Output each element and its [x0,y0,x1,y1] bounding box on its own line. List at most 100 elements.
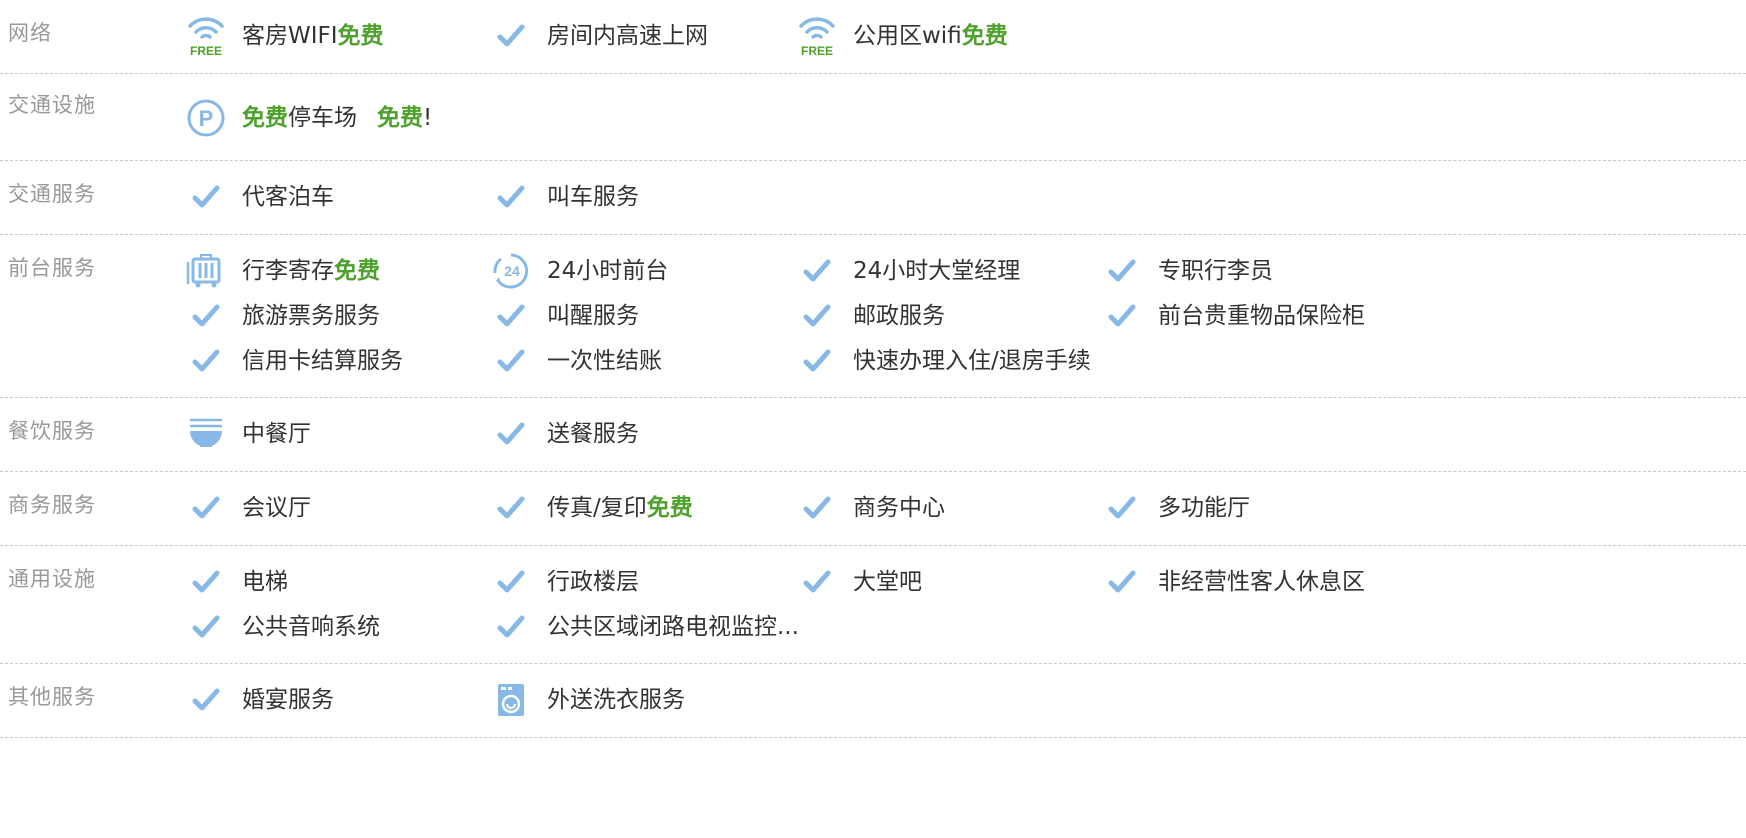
category-label: 网络 [8,21,52,45]
wifi-free-icon: FREE [795,16,839,57]
facility-label: 专职行李员 [1158,251,1273,291]
category-label: 餐饮服务 [8,419,96,443]
check-icon [1100,251,1144,291]
check-icon [184,341,228,381]
facility-name: 旅游票务服务 [242,303,380,329]
check-icon [795,296,839,336]
facility-name: 专职行李员 [1158,258,1273,284]
facility-item: 快速办理入住/退房手续 [795,341,1091,381]
24h-icon: 24 [489,251,533,291]
facility-name: 行政楼层 [547,569,639,595]
facility-label[interactable]: 公共区域闭路电视监控... [547,607,799,647]
facility-label: 电梯 [242,562,288,602]
check-icon [184,177,228,217]
check-icon [184,488,228,528]
bowl-icon [184,414,228,454]
facility-name[interactable]: 公共区域闭路电视监控... [547,614,799,640]
facility-label: 外送洗衣服务 [547,680,685,720]
facility-name: 商务中心 [853,495,945,521]
facility-row-general: 通用设施 电梯 行政楼层 大堂吧 非经营性客人休息区 公共音响系统 公共区域闭路… [0,546,1746,664]
wifi-free-text: FREE [801,44,833,57]
facility-label: 前台贵重物品保险柜 [1158,296,1365,336]
facility-name: 停车场 [288,105,357,131]
facility-label: 叫醒服务 [547,296,639,336]
facility-item: 商务中心 [795,488,945,528]
category-label: 商务服务 [8,493,96,517]
facility-row-other: 其他服务 婚宴服务 外送洗衣服务 [0,664,1746,738]
check-icon [489,414,533,454]
facility-row-dining: 餐饮服务 中餐厅 送餐服务 [0,398,1746,472]
facility-name: 电梯 [242,569,288,595]
facility-name: 叫醒服务 [547,303,639,329]
facility-label: 行李寄存免费 [242,251,380,291]
facility-item: 中餐厅 [184,414,311,454]
category-label: 交通设施 [8,93,96,117]
check-icon [184,562,228,602]
free-tag: 免费 [242,105,288,131]
facility-item: 多功能厅 [1100,488,1250,528]
facility-item: 送餐服务 [489,414,639,454]
check-icon [184,607,228,647]
facility-label: 多功能厅 [1158,488,1250,528]
wifi-free-icon: FREE [184,16,228,57]
wifi-free-text: FREE [190,44,222,57]
exclaim-suffix: ! [423,105,433,131]
facility-label: 送餐服务 [547,414,639,454]
facility-item: 24小时大堂经理 [795,251,1020,291]
check-icon [184,680,228,720]
facility-item: 一次性结账 [489,341,662,381]
24h-text: 24 [504,263,520,279]
facility-name: 送餐服务 [547,421,639,447]
parking-icon: P [184,98,228,138]
check-icon [1100,562,1144,602]
facility-item: 非经营性客人休息区 [1100,562,1365,602]
free-tag: 免费 [646,495,693,521]
facility-label: 快速办理入住/退房手续 [853,341,1091,381]
facility-item: P 免费停车场 免费! [184,98,432,138]
facility-label: 房间内高速上网 [547,16,708,56]
facility-label: 邮政服务 [853,296,945,336]
facility-row-front-desk: 前台服务 行李寄存免费 24 24小时前台 24小时大堂经理 专职行李员 旅游票… [0,235,1746,398]
facility-item: 代客泊车 [184,177,334,217]
facility-label: 传真/复印免费 [547,488,693,528]
facility-name: 24小时前台 [547,258,669,284]
check-icon [489,607,533,647]
facility-name: 客房WIFI [242,23,338,49]
facility-name: 邮政服务 [853,303,945,329]
facility-name: 公共音响系统 [242,614,380,640]
facility-name: 前台贵重物品保险柜 [1158,303,1365,329]
facility-label: 公共音响系统 [242,607,380,647]
facility-name: 会议厅 [242,495,311,521]
facility-item: 外送洗衣服务 [489,680,685,720]
facility-item: 会议厅 [184,488,311,528]
facility-item: 叫醒服务 [489,296,639,336]
luggage-icon [184,251,228,291]
facility-label: 非经营性客人休息区 [1158,562,1365,602]
facility-name: 代客泊车 [242,184,334,210]
facility-name: 中餐厅 [242,421,311,447]
facility-label: 一次性结账 [547,341,662,381]
category-label: 其他服务 [8,685,96,709]
facility-label: 会议厅 [242,488,311,528]
facility-item: 行政楼层 [489,562,639,602]
facility-name: 快速办理入住/退房手续 [853,348,1091,374]
facility-label: 旅游票务服务 [242,296,380,336]
parking-letter: P [199,106,214,131]
facility-item: 邮政服务 [795,296,945,336]
facility-label: 客房WIFI免费 [242,16,384,56]
facility-name: 信用卡结算服务 [242,348,403,374]
check-icon [489,296,533,336]
facility-item: 电梯 [184,562,288,602]
facility-name: 一次性结账 [547,348,662,374]
facility-label: 叫车服务 [547,177,639,217]
facility-name: 叫车服务 [547,184,639,210]
facility-item: 公共音响系统 [184,607,380,647]
facility-label: 行政楼层 [547,562,639,602]
facility-item: 大堂吧 [795,562,922,602]
facility-item: 信用卡结算服务 [184,341,403,381]
check-icon [795,251,839,291]
facility-label: 代客泊车 [242,177,334,217]
facility-label: 公用区wifi免费 [853,16,1008,56]
facility-item[interactable]: 公共区域闭路电视监控... [489,607,799,647]
check-icon [489,562,533,602]
